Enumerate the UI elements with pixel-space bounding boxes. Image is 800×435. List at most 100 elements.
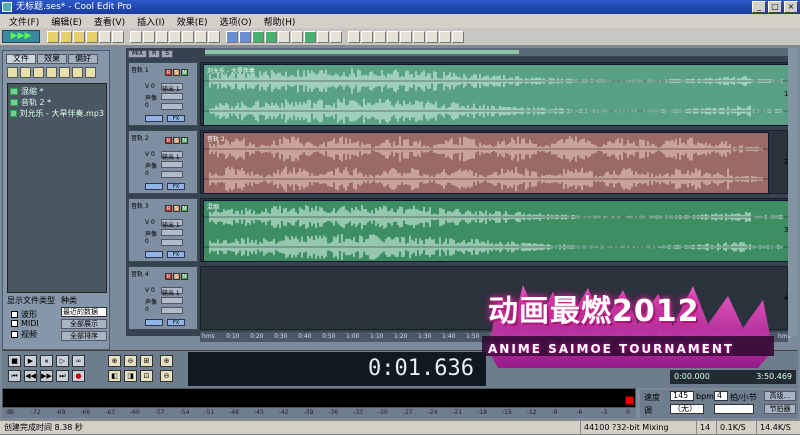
forward-button[interactable]: ▶▶ — [40, 370, 53, 382]
tab-files[interactable]: 文件 — [6, 54, 36, 64]
zoom-left-icon[interactable]: ◧ — [108, 370, 121, 382]
vertical-scrollbar[interactable] — [788, 48, 798, 336]
menu-edit[interactable]: 编辑(E) — [45, 15, 88, 28]
settings-icon[interactable] — [452, 30, 464, 43]
open-file-icon[interactable] — [7, 67, 18, 78]
switch-view-button[interactable]: ▶▶▶ — [2, 30, 40, 43]
solo-button[interactable]: S — [173, 273, 180, 280]
menu-effects[interactable]: 效果(E) — [171, 15, 214, 28]
maximize-button[interactable]: □ — [768, 1, 782, 13]
edit-file-icon[interactable] — [46, 67, 57, 78]
volume-value[interactable]: V 0 — [145, 151, 159, 158]
audio-clip[interactable]: 混缩 — [203, 200, 790, 262]
menu-file[interactable]: 文件(F) — [3, 15, 45, 28]
wave-icon[interactable] — [361, 30, 373, 43]
rewind-button[interactable]: ◀◀ — [24, 370, 37, 382]
group-icon[interactable] — [413, 30, 425, 43]
input-select[interactable] — [161, 297, 183, 304]
mute-button[interactable]: M — [181, 137, 188, 144]
trim-icon[interactable] — [208, 30, 220, 43]
close-file-icon[interactable] — [33, 67, 44, 78]
stop-button[interactable]: ■ — [8, 355, 21, 367]
close-file-icon[interactable] — [112, 30, 124, 43]
menu-insert[interactable]: 插入(I) — [131, 15, 171, 28]
zoom-full-icon[interactable]: ⊞ — [140, 355, 153, 367]
go-end-button[interactable]: ⏭ — [56, 370, 69, 382]
tab-s[interactable]: S — [161, 50, 174, 58]
play-loop-button[interactable]: ▷ — [56, 355, 69, 367]
track-lane[interactable]: 音轨 2 — [200, 130, 788, 194]
solo-button[interactable]: S — [173, 69, 180, 76]
file-list[interactable]: 混缩 * 音轨 2 * 刘允乐 - 大旱伴奏.mp3 — [7, 83, 107, 293]
audio-clip[interactable]: 音轨 2 — [203, 132, 770, 194]
type-video-checkbox[interactable]: 视频 — [11, 329, 37, 340]
lock-button[interactable] — [145, 183, 163, 190]
redo-icon[interactable] — [143, 30, 155, 43]
move-tool-icon[interactable] — [239, 30, 251, 43]
cd-icon[interactable] — [348, 30, 360, 43]
play-button[interactable]: ▶ — [24, 355, 37, 367]
overview-bar[interactable] — [205, 48, 788, 56]
tab-mix[interactable]: MIX — [128, 50, 148, 58]
split-icon[interactable] — [426, 30, 438, 43]
lock-icon[interactable] — [400, 30, 412, 43]
track-lane[interactable]: 混缩 — [200, 198, 790, 262]
save-icon[interactable] — [73, 30, 85, 43]
time-select-icon[interactable] — [265, 30, 277, 43]
output-select[interactable]: 输出 1 — [161, 287, 183, 297]
wet-icon[interactable] — [374, 30, 386, 43]
hybrid-tool-icon[interactable] — [252, 30, 264, 43]
paste-icon[interactable] — [182, 30, 194, 43]
mix-paste-icon[interactable] — [195, 30, 207, 43]
record-arm-button[interactable]: R — [165, 69, 172, 76]
solo-button[interactable]: S — [173, 137, 180, 144]
lock-button[interactable] — [145, 319, 163, 326]
advanced-button[interactable]: 高级... — [764, 391, 796, 401]
menu-options[interactable]: 选项(O) — [214, 15, 258, 28]
record-arm-button[interactable]: R — [165, 137, 172, 144]
track-lane[interactable]: 刘允乐 - 大旱伴奏 — [200, 62, 790, 126]
volume-value[interactable]: V 0 — [145, 287, 159, 294]
effect-select[interactable] — [161, 239, 183, 246]
new-icon[interactable] — [47, 30, 59, 43]
effect-select[interactable] — [161, 307, 183, 314]
metronome-button[interactable]: 节拍器 — [764, 404, 796, 414]
sort-select[interactable]: 最近的数据 — [61, 307, 107, 317]
close-button[interactable]: × — [784, 1, 798, 13]
copy-icon[interactable] — [169, 30, 181, 43]
record-arm-button[interactable]: R — [165, 273, 172, 280]
beats-input[interactable]: 4 — [714, 391, 728, 401]
insert-icon[interactable] — [59, 67, 70, 78]
loop-button[interactable]: ∞ — [72, 355, 85, 367]
zoom-right-icon[interactable]: ◨ — [124, 370, 137, 382]
output-select[interactable]: 输出 1 — [161, 83, 183, 93]
volume-value[interactable]: V 0 — [145, 83, 159, 90]
save-as-icon[interactable] — [86, 30, 98, 43]
undo-icon[interactable] — [130, 30, 142, 43]
mute-button[interactable]: M — [181, 69, 188, 76]
key-mode-select[interactable] — [714, 404, 754, 414]
open-icon[interactable] — [60, 30, 72, 43]
list-item[interactable]: 音轨 2 * — [10, 97, 104, 108]
zoom-in-icon[interactable]: ⊕ — [108, 355, 121, 367]
cut-icon[interactable] — [156, 30, 168, 43]
sort-all-button[interactable]: 全部排序 — [61, 331, 107, 341]
loop-icon[interactable] — [304, 30, 316, 43]
fx-button[interactable]: FX — [167, 115, 185, 122]
mute-button[interactable]: M — [181, 273, 188, 280]
help-icon[interactable] — [85, 67, 96, 78]
volume-value[interactable]: V 0 — [145, 219, 159, 226]
list-item[interactable]: 混缩 * — [10, 86, 104, 97]
solo-button[interactable]: S — [173, 205, 180, 212]
tab-r[interactable]: R — [148, 50, 161, 58]
envelope-icon[interactable] — [278, 30, 290, 43]
effect-select[interactable] — [161, 171, 183, 178]
minimize-button[interactable]: _ — [752, 1, 766, 13]
lock-button[interactable] — [145, 251, 163, 258]
zoom-selection-icon[interactable]: ⊡ — [140, 370, 153, 382]
fx-button[interactable]: FX — [167, 319, 185, 326]
speed-input[interactable]: 145 — [670, 391, 694, 401]
output-select[interactable]: 输出 1 — [161, 219, 183, 229]
import-icon[interactable] — [20, 67, 31, 78]
pause-button[interactable]: ⏸ — [40, 355, 53, 367]
